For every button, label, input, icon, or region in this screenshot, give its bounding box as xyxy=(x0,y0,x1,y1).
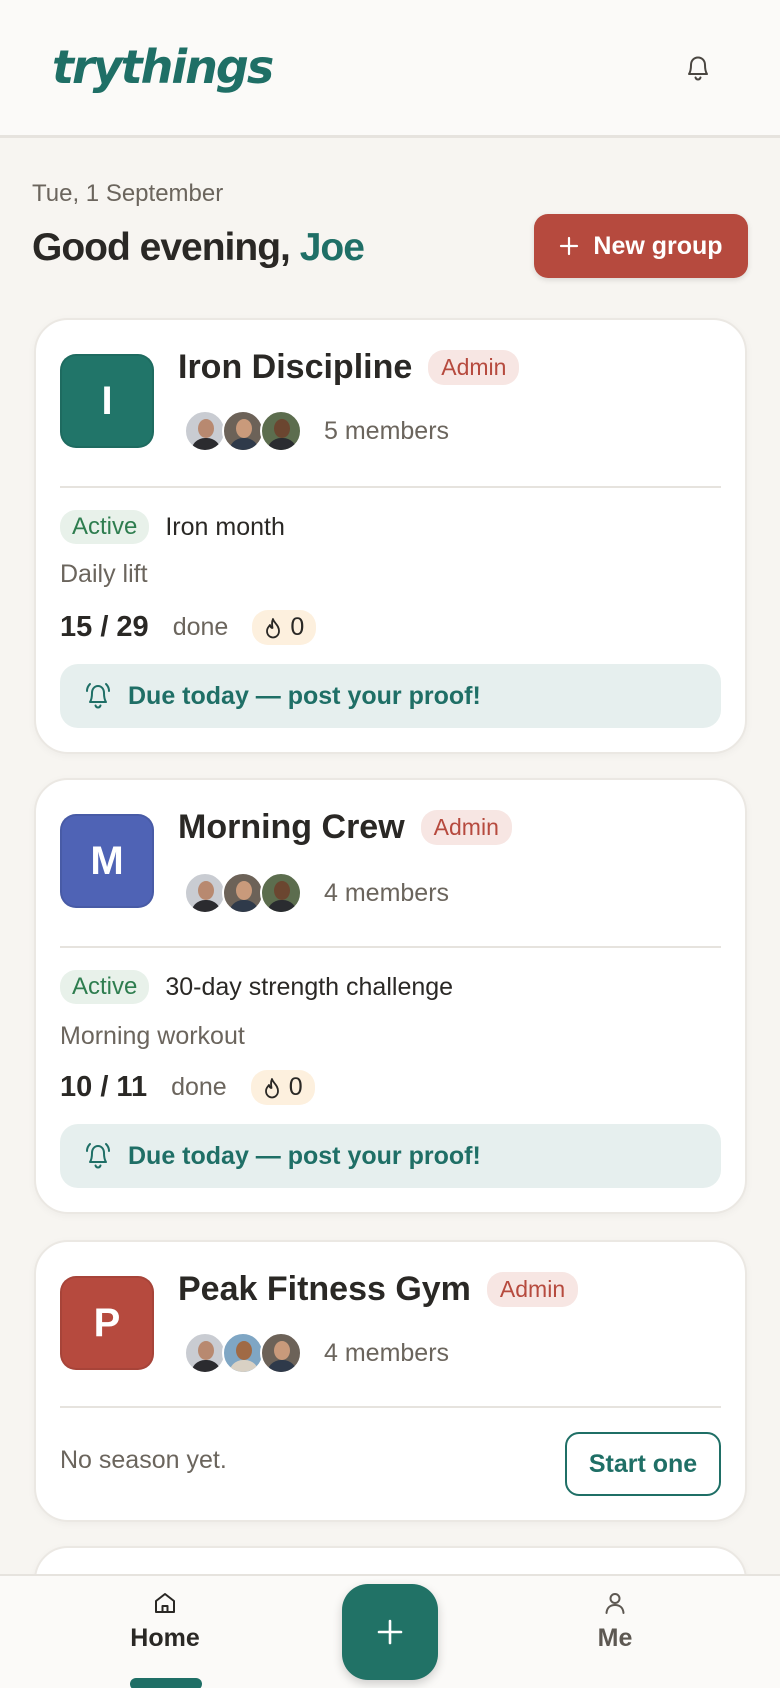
group-avatar: I xyxy=(60,354,154,448)
group-name: Morning Crew xyxy=(178,808,405,846)
new-group-label: New group xyxy=(593,231,723,260)
member-count: 5 members xyxy=(324,416,450,445)
role-badge: Admin xyxy=(420,810,512,845)
plus-icon xyxy=(560,236,579,256)
person-icon xyxy=(605,1593,625,1614)
greeting-heading: Good evening, Joe xyxy=(32,226,365,270)
create-fab-button[interactable] xyxy=(342,1584,438,1680)
member-avatars xyxy=(184,410,302,452)
group-card[interactable]: I Iron Discipline Admin 5 members Active… xyxy=(34,318,747,754)
streak-count: 0 xyxy=(290,613,305,641)
season-status-badge: Active xyxy=(60,510,150,544)
new-group-button[interactable]: New group xyxy=(534,214,748,278)
due-banner[interactable]: Due today — post your proof! xyxy=(60,664,721,728)
card-divider xyxy=(60,946,721,948)
group-name: Peak Fitness Gym xyxy=(178,1270,471,1308)
member-avatar xyxy=(184,410,226,452)
nav-home-label: Home xyxy=(130,1624,200,1652)
member-summary[interactable]: 4 members xyxy=(184,1332,449,1374)
flame-icon xyxy=(264,1077,279,1098)
task-name: Daily lift xyxy=(60,560,148,588)
card-divider xyxy=(60,486,721,488)
streak-badge: 0 xyxy=(250,1070,315,1105)
season-name: 30-day strength challenge xyxy=(165,972,454,1001)
member-avatar xyxy=(222,1332,264,1374)
start-season-button[interactable]: Start one xyxy=(565,1432,721,1496)
member-count: 4 members xyxy=(324,878,450,907)
nav-home[interactable]: Home xyxy=(105,1590,225,1653)
group-avatar: P xyxy=(60,1276,154,1370)
nav-me-label: Me xyxy=(597,1624,633,1652)
member-avatars xyxy=(184,872,302,914)
member-avatar xyxy=(222,410,264,452)
no-season-text: No season yet. xyxy=(60,1446,227,1474)
member-avatar xyxy=(260,1332,302,1374)
progress-count: 15 / 29 xyxy=(60,611,149,643)
member-count: 4 members xyxy=(324,1338,450,1367)
group-header: Iron Discipline Admin xyxy=(178,348,520,387)
user-name: Joe xyxy=(299,226,365,269)
group-header: Peak Fitness Gym Admin xyxy=(178,1270,579,1309)
app-logo[interactable]: trythings xyxy=(52,40,274,94)
task-name: Morning workout xyxy=(60,1022,245,1050)
current-date: Tue, 1 September xyxy=(32,180,224,207)
group-avatar: M xyxy=(60,814,154,908)
member-summary[interactable]: 4 members xyxy=(184,872,449,914)
due-message: Due today — post your proof! xyxy=(128,681,481,710)
active-tab-indicator xyxy=(130,1678,202,1688)
nav-me[interactable]: Me xyxy=(555,1590,675,1653)
member-avatar xyxy=(260,410,302,452)
notifications-button[interactable] xyxy=(672,46,724,90)
member-summary[interactable]: 5 members xyxy=(184,410,449,452)
role-badge: Admin xyxy=(428,350,520,385)
season-status-badge: Active xyxy=(60,970,150,1004)
group-card[interactable]: P Peak Fitness Gym Admin 4 members No se… xyxy=(34,1240,747,1522)
due-message: Due today — post your proof! xyxy=(128,1141,481,1170)
streak-count: 0 xyxy=(288,1073,303,1101)
season-name: Iron month xyxy=(165,512,285,541)
progress-row: 15 / 29 done 0 xyxy=(60,610,317,645)
role-badge: Admin xyxy=(486,1272,579,1307)
home-icon xyxy=(155,1593,175,1613)
bell-ring-icon xyxy=(86,683,110,709)
flame-icon xyxy=(266,617,281,638)
due-banner[interactable]: Due today — post your proof! xyxy=(60,1124,721,1188)
progress-label: done xyxy=(171,1073,227,1101)
progress-label: done xyxy=(172,613,229,641)
group-card[interactable]: M Morning Crew Admin 4 members Active 30… xyxy=(34,778,747,1214)
member-avatar xyxy=(260,872,302,914)
progress-row: 10 / 11 done 0 xyxy=(60,1070,315,1105)
season-row: Active 30-day strength challenge xyxy=(60,970,453,1004)
streak-badge: 0 xyxy=(252,610,317,645)
member-avatar xyxy=(222,872,264,914)
plus-icon xyxy=(377,1619,403,1645)
card-divider xyxy=(60,1406,721,1408)
member-avatars xyxy=(184,1332,302,1374)
bell-ring-icon xyxy=(86,1143,110,1169)
bell-icon xyxy=(688,56,708,81)
top-app-bar: trythings xyxy=(0,0,780,138)
member-avatar xyxy=(184,1332,226,1374)
greeting-text: Good evening, xyxy=(32,226,291,269)
member-avatar xyxy=(184,872,226,914)
group-header: Morning Crew Admin xyxy=(178,808,512,847)
season-row: Active Iron month xyxy=(60,510,285,544)
group-name: Iron Discipline xyxy=(178,348,413,386)
progress-count: 10 / 11 xyxy=(60,1071,148,1103)
